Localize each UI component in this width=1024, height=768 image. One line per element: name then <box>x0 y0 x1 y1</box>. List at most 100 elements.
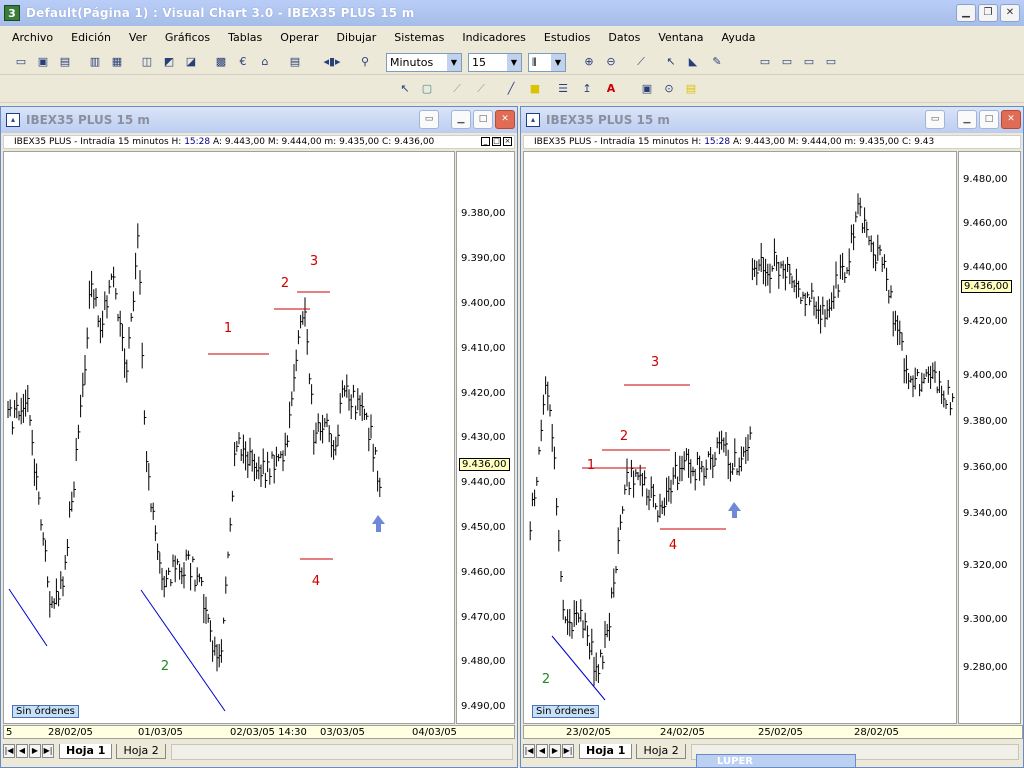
currency-icon[interactable]: € <box>234 53 252 71</box>
diagonal-line-icon[interactable]: ⟋ <box>448 80 466 98</box>
window-maximize-button[interactable]: □ <box>473 110 493 129</box>
open-icon[interactable]: ▭ <box>12 53 30 71</box>
line-icon[interactable]: ╱ <box>502 80 520 98</box>
pen-color-icon[interactable]: ✎ <box>708 53 726 71</box>
price-plot[interactable]: 1 2 3 4 2 Sin órdenes <box>3 151 455 724</box>
date-axis: 23/02/05 24/02/05 25/02/05 28/02/05 <box>523 725 1023 739</box>
bar-chart-icon[interactable]: ▥ <box>86 53 104 71</box>
chart-info-bar: IBEX35 PLUS - Intradía 15 minutos H: 15:… <box>3 135 515 149</box>
chart-type-select[interactable]: ⫴ ▼ <box>528 53 566 72</box>
scroll-bars-icon[interactable]: ◂▮▸ <box>314 53 350 71</box>
line-chart-icon[interactable]: ⟋ <box>632 53 650 71</box>
last-sheet-button[interactable]: ▶| <box>562 744 574 758</box>
menu-sistemas[interactable]: Sistemas <box>394 31 444 44</box>
period-value-select[interactable]: 15 ▼ <box>468 53 522 72</box>
orders-badge[interactable]: Sin órdenes <box>12 705 79 718</box>
menu-dibujar[interactable]: Dibujar <box>336 31 376 44</box>
text-icon[interactable]: A <box>602 80 620 98</box>
date-label: 24/02/05 <box>660 727 705 738</box>
cursor-icon[interactable]: ↖ <box>662 53 680 71</box>
y-tick: 9.470,00 <box>461 612 506 623</box>
label-1: 1 <box>224 321 232 336</box>
y-tick: 9.400,00 <box>461 298 506 309</box>
menu-ventana[interactable]: Ventana <box>658 31 703 44</box>
window-options-button[interactable]: ▭ <box>925 110 945 129</box>
tab-hoja-2[interactable]: Hoja 2 <box>636 743 686 759</box>
menu-archivo[interactable]: Archivo <box>12 31 53 44</box>
tab-hoja-1[interactable]: Hoja 1 <box>59 743 113 759</box>
label-3: 3 <box>651 355 659 370</box>
horizontal-scrollbar[interactable] <box>171 744 513 760</box>
period-unit-select[interactable]: Minutos ▼ <box>386 53 462 72</box>
prev-sheet-button[interactable]: ◀ <box>16 744 28 758</box>
close-panel-icon[interactable]: × <box>503 137 512 146</box>
arrow-up-icon[interactable]: ↥ <box>578 80 596 98</box>
fill-icon[interactable]: ■ <box>526 80 544 98</box>
folder-link-icon[interactable]: ◪ <box>182 53 200 71</box>
next-sheet-button[interactable]: ▶ <box>29 744 41 758</box>
date-label: 5 <box>6 727 13 738</box>
zoom-area-icon[interactable]: ⊙ <box>660 80 678 98</box>
minimized-window[interactable]: LUPER <box>696 754 856 768</box>
portfolio-icon[interactable]: ▩ <box>212 53 230 71</box>
period-value-value: 15 <box>472 56 486 69</box>
window-close-button[interactable]: ✕ <box>495 110 515 129</box>
minimize-panel-icon[interactable]: _ <box>481 137 490 146</box>
window-3-icon[interactable]: ▭ <box>800 53 818 71</box>
zoom-in-icon[interactable]: ⊕ <box>580 53 598 71</box>
select-area-icon[interactable]: ▣ <box>638 80 656 98</box>
last-sheet-button[interactable]: ▶| <box>42 744 54 758</box>
prev-sheet-button[interactable]: ◀ <box>536 744 548 758</box>
paint-icon[interactable]: ◣ <box>684 53 702 71</box>
window-minimize-button[interactable]: ▁ <box>451 110 471 129</box>
label-4: 4 <box>312 574 320 589</box>
menu-graficos[interactable]: Gráficos <box>165 31 210 44</box>
window-4-icon[interactable]: ▭ <box>822 53 840 71</box>
save-icon[interactable]: ▣ <box>34 53 52 71</box>
histogram-icon[interactable]: ▦ <box>108 53 126 71</box>
window-minimize-button[interactable]: ▁ <box>957 110 977 129</box>
save-all-icon[interactable]: ▤ <box>56 53 74 71</box>
window-close-button[interactable]: ✕ <box>1001 110 1021 129</box>
folder-icon[interactable]: ◫ <box>138 53 156 71</box>
house-icon[interactable]: ⌂ <box>256 53 274 71</box>
window-1-icon[interactable]: ▭ <box>756 53 774 71</box>
menu-ver[interactable]: Ver <box>129 31 147 44</box>
zoom-out-icon[interactable]: ⊖ <box>602 53 620 71</box>
window-options-button[interactable]: ▭ <box>419 110 439 129</box>
price-plot[interactable]: 1 2 3 4 2 Sin órdenes <box>523 151 957 724</box>
menu-ayuda[interactable]: Ayuda <box>722 31 756 44</box>
rectangle-icon[interactable]: ▢ <box>418 80 436 98</box>
note-icon[interactable]: ▤ <box>682 80 700 98</box>
cursor-icon[interactable]: ↖ <box>396 80 414 98</box>
trendline-icon[interactable]: ⟋ <box>472 80 490 98</box>
y-tick: 9.300,00 <box>963 614 1008 625</box>
tab-hoja-1[interactable]: Hoja 1 <box>579 743 633 759</box>
window-2-icon[interactable]: ▭ <box>778 53 796 71</box>
menu-tablas[interactable]: Tablas <box>228 31 262 44</box>
label-3: 3 <box>310 254 318 269</box>
maximize-panel-icon[interactable]: □ <box>492 137 501 146</box>
menu-edicion[interactable]: Edición <box>71 31 111 44</box>
connect-icon[interactable]: ⚲ <box>356 53 374 71</box>
menu-estudios[interactable]: Estudios <box>544 31 590 44</box>
first-sheet-button[interactable]: |◀ <box>523 744 535 758</box>
first-sheet-button[interactable]: |◀ <box>3 744 15 758</box>
price-axis: 9.480,00 9.460,00 9.440,00 9.420,00 9.40… <box>958 151 1021 724</box>
properties-icon[interactable]: ▤ <box>286 53 304 71</box>
list-icon[interactable]: ☰ <box>554 80 572 98</box>
close-button[interactable]: ✕ <box>1000 4 1020 22</box>
tab-hoja-2[interactable]: Hoja 2 <box>116 743 166 759</box>
chevron-down-icon: ▼ <box>551 54 565 71</box>
minimize-button[interactable]: ▁ <box>956 4 976 22</box>
next-sheet-button[interactable]: ▶ <box>549 744 561 758</box>
y-tick: 9.450,00 <box>461 522 506 533</box>
window-maximize-button[interactable]: □ <box>979 110 999 129</box>
menu-operar[interactable]: Operar <box>280 31 318 44</box>
restore-button[interactable]: ❐ <box>978 4 998 22</box>
menu-datos[interactable]: Datos <box>608 31 640 44</box>
orders-badge[interactable]: Sin órdenes <box>532 705 599 718</box>
price-bars <box>7 223 382 672</box>
menu-indicadores[interactable]: Indicadores <box>462 31 526 44</box>
folder-star-icon[interactable]: ◩ <box>160 53 178 71</box>
